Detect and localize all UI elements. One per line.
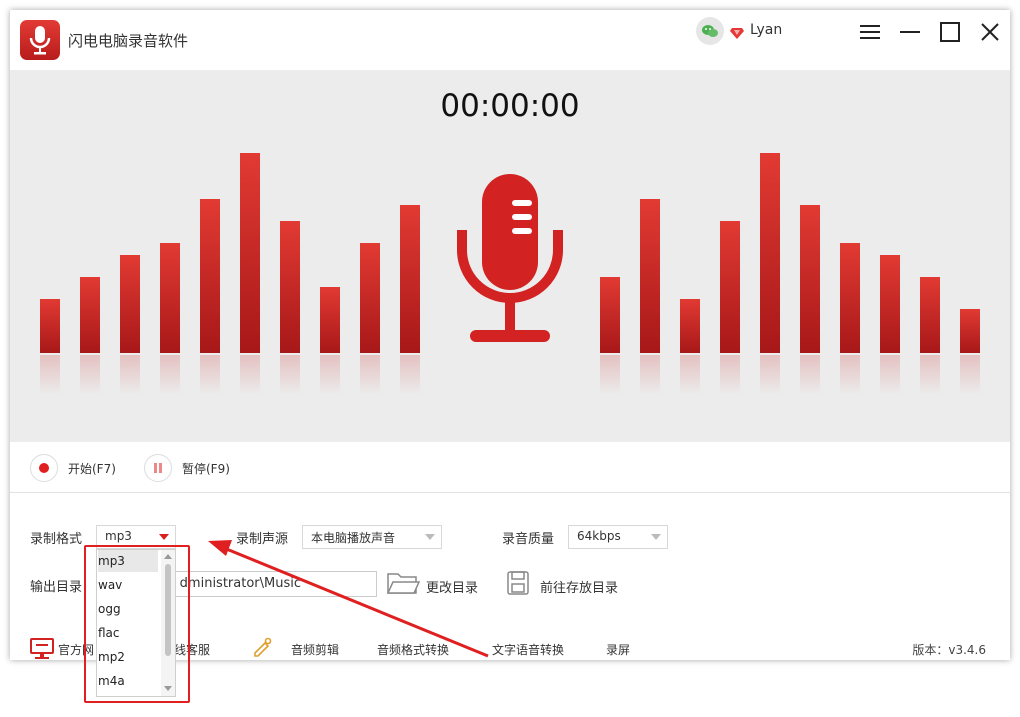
level-bar-reflection — [680, 355, 700, 395]
level-bar-reflection — [960, 355, 980, 395]
close-icon[interactable] — [978, 20, 1002, 44]
screen-record-link[interactable]: 录屏 — [606, 641, 630, 658]
start-label[interactable]: 开始(F7) — [68, 460, 116, 477]
level-bar-reflection — [160, 355, 180, 395]
level-bar-reflection — [120, 355, 140, 395]
level-bar-right-8 — [920, 277, 940, 353]
level-bar-reflection — [40, 355, 60, 395]
format-convert-link[interactable]: 音频格式转换 — [377, 641, 449, 658]
level-bar-reflection — [80, 355, 100, 395]
level-bar-reflection — [400, 355, 420, 395]
level-bar-reflection — [360, 355, 380, 395]
level-bar-left-8 — [360, 243, 380, 353]
source-value: 本电脑播放声音 — [311, 531, 396, 545]
level-bar-left-5 — [240, 153, 260, 353]
title-bar: 闪电电脑录音软件 Lyan — [10, 10, 1010, 70]
pause-record-button[interactable] — [144, 454, 172, 482]
level-bar-left-9 — [400, 205, 420, 353]
level-bar-reflection — [200, 355, 220, 395]
format-value: mp3 — [105, 529, 132, 543]
record-controls: 开始(F7) 暂停(F9) — [10, 442, 1010, 493]
open-dir-button[interactable]: 前往存放目录 — [540, 577, 618, 596]
level-bar-reflection — [640, 355, 660, 395]
audio-edit-link[interactable]: 音频剪辑 — [291, 641, 339, 658]
level-bar-reflection — [840, 355, 860, 395]
level-bar-left-1 — [80, 277, 100, 353]
monitor-icon[interactable] — [30, 638, 54, 660]
wechat-icon[interactable] — [696, 17, 724, 45]
level-bar-reflection — [800, 355, 820, 395]
highlight-box — [84, 545, 190, 703]
level-bar-right-7 — [880, 255, 900, 353]
username[interactable]: Lyan — [750, 22, 782, 38]
level-bar-reflection — [600, 355, 620, 395]
tts-link[interactable]: 文字语音转换 — [492, 641, 564, 658]
save-icon[interactable] — [506, 570, 530, 600]
source-select[interactable]: 本电脑播放声音 — [302, 525, 442, 549]
quality-value: 64kbps — [577, 529, 621, 543]
level-bar-right-6 — [840, 243, 860, 353]
level-bar-right-9 — [960, 309, 980, 353]
chevron-down-icon — [159, 534, 169, 540]
level-bar-right-0 — [600, 277, 620, 353]
level-bar-reflection — [760, 355, 780, 395]
minimize-icon[interactable] — [898, 20, 922, 44]
quality-label: 录音质量 — [502, 532, 555, 547]
level-bar-reflection — [320, 355, 340, 395]
version-label: 版本：v3.4.6 — [912, 643, 986, 657]
folder-icon[interactable] — [386, 570, 421, 600]
quality-select[interactable]: 64kbps — [568, 525, 668, 549]
menu-icon[interactable] — [858, 20, 882, 44]
level-bar-reflection — [880, 355, 900, 395]
source-label: 录制声源 — [236, 532, 289, 547]
chevron-down-icon — [651, 534, 661, 540]
pause-label[interactable]: 暂停(F9) — [182, 460, 230, 477]
app-logo-icon — [20, 20, 60, 60]
level-bar-left-7 — [320, 287, 340, 353]
edit-icon[interactable] — [252, 636, 274, 660]
maximize-icon[interactable] — [938, 20, 962, 44]
output-path-value: dministrator\Music — [179, 576, 301, 591]
microphone-icon — [450, 170, 570, 364]
level-bar-right-5 — [800, 205, 820, 353]
audio-visualizer: 00:00:00 — [10, 70, 1010, 442]
level-bar-reflection — [280, 355, 300, 395]
level-bar-reflection — [920, 355, 940, 395]
app-title: 闪电电脑录音软件 — [68, 32, 189, 50]
level-bar-right-4 — [760, 153, 780, 353]
format-label: 录制格式 — [30, 532, 83, 547]
output-path-field[interactable]: dministrator\Music — [165, 571, 377, 597]
level-bar-left-0 — [40, 299, 60, 353]
recording-timer: 00:00:00 — [440, 88, 580, 124]
level-bar-left-4 — [200, 199, 220, 353]
level-bar-left-2 — [120, 255, 140, 353]
level-bar-left-3 — [160, 243, 180, 353]
level-bar-right-2 — [680, 299, 700, 353]
output-label: 输出目录 — [30, 580, 83, 595]
change-dir-button[interactable]: 更改目录 — [426, 577, 478, 596]
level-bar-reflection — [720, 355, 740, 395]
level-bar-right-1 — [640, 199, 660, 353]
level-bar-right-3 — [720, 221, 740, 353]
vip-gem-icon — [730, 24, 744, 43]
level-bar-reflection — [240, 355, 260, 395]
chevron-down-icon — [425, 534, 435, 540]
start-record-button[interactable] — [30, 454, 58, 482]
level-bar-left-6 — [280, 221, 300, 353]
